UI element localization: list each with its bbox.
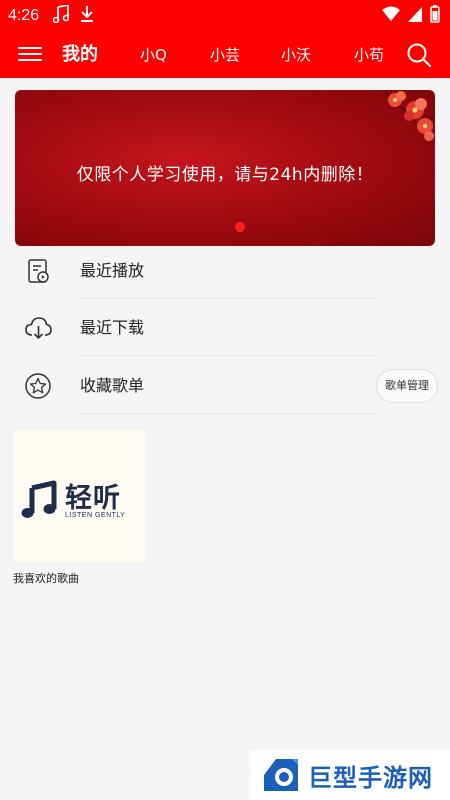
plum-blossom-decoration xyxy=(384,90,435,141)
playlist-name: 我喜欢的歌曲 xyxy=(13,572,79,585)
wifi-icon xyxy=(382,6,400,26)
playlist-manage-button[interactable]: 歌单管理 xyxy=(376,369,438,403)
menu-icon[interactable] xyxy=(18,43,42,65)
list-item-label: 最近下载 xyxy=(80,318,145,337)
download-icon xyxy=(79,5,95,27)
playlist-card[interactable]: 轻听 LISTEN GENTLY 我喜欢的歌曲 xyxy=(13,430,146,586)
cover-title: 轻听 xyxy=(65,483,121,514)
banner-notice-text: 仅限个人学习使用，请与24h内删除！ xyxy=(76,165,374,185)
search-icon[interactable] xyxy=(406,42,432,68)
list-item-label: 收藏歌单 xyxy=(80,376,145,395)
music-note-icon xyxy=(52,3,70,27)
divider xyxy=(80,298,380,299)
divider xyxy=(80,413,380,414)
cover-subtitle: LISTEN GENTLY xyxy=(65,512,126,519)
playlist-cover: 轻听 LISTEN GENTLY xyxy=(13,430,146,562)
tab-mine[interactable]: 我的 xyxy=(62,32,98,78)
music-note-icon xyxy=(21,480,57,518)
tab-xiaogou[interactable]: 小苟 xyxy=(354,32,384,78)
status-time: 4:26 xyxy=(8,7,40,24)
star-icon xyxy=(24,372,52,400)
tab-xiaoyun[interactable]: 小芸 xyxy=(210,32,240,78)
list-item-label: 最近播放 xyxy=(80,261,145,280)
banner-carousel[interactable]: 仅限个人学习使用，请与24h内删除！ xyxy=(15,90,435,246)
recent-play-icon xyxy=(24,257,52,285)
list-item-recent-play[interactable]: 最近播放 xyxy=(0,243,450,299)
tab-xiaoq[interactable]: 小Q xyxy=(140,32,167,78)
watermark: 巨型手游网 xyxy=(250,750,450,800)
list-item-favorite-playlists[interactable]: 收藏歌单 歌单管理 xyxy=(0,358,450,414)
status-bar: 4:26 xyxy=(0,0,450,32)
tab-xiaowo[interactable]: 小沃 xyxy=(281,32,311,78)
watermark-logo-icon xyxy=(264,759,298,791)
watermark-text: 巨型手游网 xyxy=(308,764,433,792)
carousel-indicator-dot xyxy=(235,222,245,232)
divider xyxy=(80,355,380,356)
list-item-recent-download[interactable]: 最近下载 xyxy=(0,300,450,356)
cloud-download-icon xyxy=(24,314,52,342)
battery-icon xyxy=(430,5,440,27)
cellular-signal-icon xyxy=(408,6,422,26)
app-header: 我的 小Q 小芸 小沃 小苟 xyxy=(0,32,450,78)
